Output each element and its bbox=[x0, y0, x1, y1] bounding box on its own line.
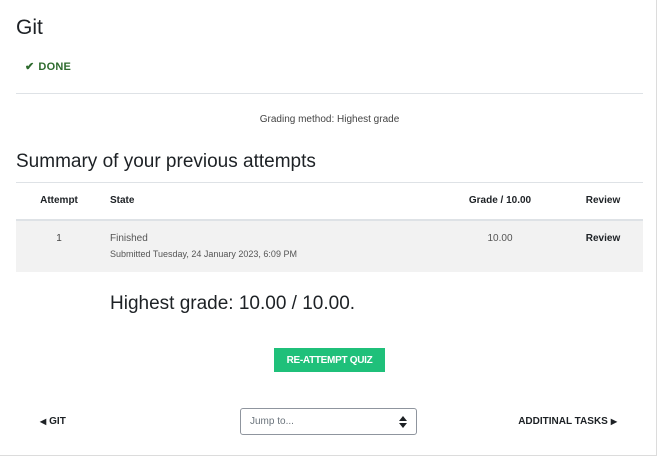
header-grade: Grade / 10.00 bbox=[468, 195, 532, 206]
table-header: Attempt State Grade / 10.00 Review bbox=[16, 182, 643, 221]
summary-heading: Summary of your previous attempts bbox=[16, 151, 316, 172]
check-icon: ✔ bbox=[25, 61, 35, 73]
next-activity-link[interactable]: ADDITINAL TASKS ▶ bbox=[518, 416, 617, 427]
completion-status: ✔ DONE bbox=[25, 60, 72, 74]
reattempt-quiz-button[interactable]: RE-ATTEMPT QUIZ bbox=[274, 348, 385, 372]
divider bbox=[16, 93, 643, 94]
grading-method: Grading method: Highest grade bbox=[259, 114, 400, 125]
page-title: Git bbox=[16, 16, 43, 39]
prev-activity-link[interactable]: ◀ GIT bbox=[40, 416, 66, 427]
select-arrows-icon bbox=[399, 416, 407, 428]
status-label: DONE bbox=[38, 60, 72, 73]
header-review: Review bbox=[585, 195, 621, 206]
attempt-number: 1 bbox=[56, 233, 62, 244]
triangle-right-icon: ▶ bbox=[610, 417, 617, 426]
attempts-table: Attempt State Grade / 10.00 Review 1 Fin… bbox=[16, 182, 643, 272]
jump-to-select[interactable]: Jump to... bbox=[240, 408, 417, 435]
highest-grade: Highest grade: 10.00 / 10.00. bbox=[110, 293, 356, 314]
review-link[interactable]: Review bbox=[576, 233, 630, 244]
attempt-submitted: Submitted Tuesday, 24 January 2023, 6:09… bbox=[110, 249, 297, 259]
attempt-state: Finished bbox=[110, 233, 148, 244]
header-state: State bbox=[110, 195, 135, 206]
attempt-grade: 10.00 bbox=[487, 233, 513, 244]
jump-placeholder: Jump to... bbox=[250, 416, 294, 427]
table-row: 1 Finished Submitted Tuesday, 24 January… bbox=[16, 221, 643, 272]
header-attempt: Attempt bbox=[40, 195, 78, 206]
triangle-left-icon: ◀ bbox=[40, 417, 47, 426]
prev-activity-label: GIT bbox=[49, 416, 66, 427]
next-activity-label: ADDITINAL TASKS bbox=[518, 416, 608, 427]
